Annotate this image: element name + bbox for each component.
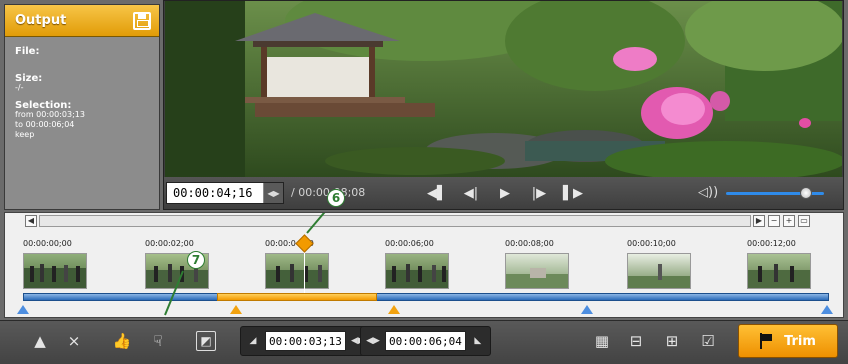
current-time-field[interactable]: 00:00:04;16 ◀▶	[166, 182, 284, 204]
set-start-icon[interactable]: ◢	[244, 331, 262, 351]
join-icon[interactable]: ⊞	[662, 331, 682, 351]
callout-arrows	[164, 213, 326, 316]
volume-icon[interactable]: ◁))	[698, 185, 718, 200]
callout-6: 6	[327, 189, 345, 207]
trim-button[interactable]: Trim	[738, 324, 838, 358]
player-controls: 00:00:04;16 ◀▶ / 00:00:08;08 ◀▌ ◀| ▶ |▶ …	[164, 177, 843, 209]
time-stepper-icon[interactable]: ◀▶	[263, 183, 283, 203]
play-icon[interactable]: ▶	[494, 183, 516, 203]
bottom-toolbar: ▲ ⨯ 👍 ☟ ◩ ◢ 00:00:03;13 ◀▶ ◀▶ 00:00:06;0…	[0, 320, 848, 364]
selection-mode: keep	[15, 130, 35, 139]
garden-scene-image	[165, 1, 842, 177]
remove-thumb-down-icon[interactable]: ☟	[148, 331, 168, 351]
output-title: Output	[15, 13, 67, 28]
filmstrip-icon[interactable]: ▦	[592, 331, 612, 351]
skip-to-start-icon[interactable]: ◀▌	[426, 183, 448, 203]
selection-label: Selection:	[15, 100, 72, 111]
timeline-panel: ◀ ▶ − + ▭ 00:00:00;00 00:00:02;00 00:00:…	[4, 212, 844, 318]
remove-marker-icon[interactable]: ⨯	[64, 331, 84, 351]
keep-thumb-up-icon[interactable]: 👍	[112, 331, 132, 351]
transport-buttons: ◀▌ ◀| ▶ |▶ ▌▶	[426, 183, 584, 203]
next-frame-icon[interactable]: |▶	[528, 183, 550, 203]
current-time-value[interactable]: 00:00:04;16	[167, 186, 263, 200]
size-value: -/-	[15, 83, 24, 92]
end-time-field[interactable]: 00:00:06;04	[385, 331, 466, 351]
selection-from: from 00:00:03;13	[15, 110, 85, 119]
flag-icon	[760, 333, 774, 349]
video-preview	[165, 1, 842, 177]
selection-to: to 00:00:06;04	[15, 120, 75, 129]
settings-icon[interactable]: ☑	[698, 331, 718, 351]
start-time-group: ◢ 00:00:03;13 ◀▶	[240, 326, 371, 356]
previous-marker-icon[interactable]: ▲	[30, 331, 50, 351]
file-label: File:	[15, 46, 40, 57]
set-end-icon[interactable]: ◣	[469, 331, 487, 351]
start-time-field[interactable]: 00:00:03;13	[265, 331, 346, 351]
trim-label: Trim	[784, 333, 816, 349]
preview-panel: 00:00:04;16 ◀▶ / 00:00:08;08 ◀▌ ◀| ▶ |▶ …	[163, 0, 844, 210]
output-info: File: Size: -/- Selection: from 00:00:03…	[5, 37, 159, 148]
invert-selection-icon[interactable]: ◩	[196, 331, 216, 351]
end-stepper-icon[interactable]: ◀▶	[364, 331, 382, 351]
video-editor-window: Output File: Size: -/- Selection: from 0…	[0, 0, 848, 364]
size-label: Size:	[15, 73, 43, 84]
previous-frame-icon[interactable]: ◀|	[460, 183, 482, 203]
save-icon[interactable]	[133, 11, 151, 30]
skip-to-end-icon[interactable]: ▌▶	[562, 183, 584, 203]
end-time-group: ◀▶ 00:00:06;04 ◣	[360, 326, 491, 356]
output-panel: Output File: Size: -/- Selection: from 0…	[4, 4, 160, 210]
split-icon[interactable]: ⊟	[626, 331, 646, 351]
output-header: Output	[5, 5, 159, 37]
volume-slider-handle[interactable]	[800, 187, 812, 199]
callout-7: 7	[187, 251, 205, 269]
